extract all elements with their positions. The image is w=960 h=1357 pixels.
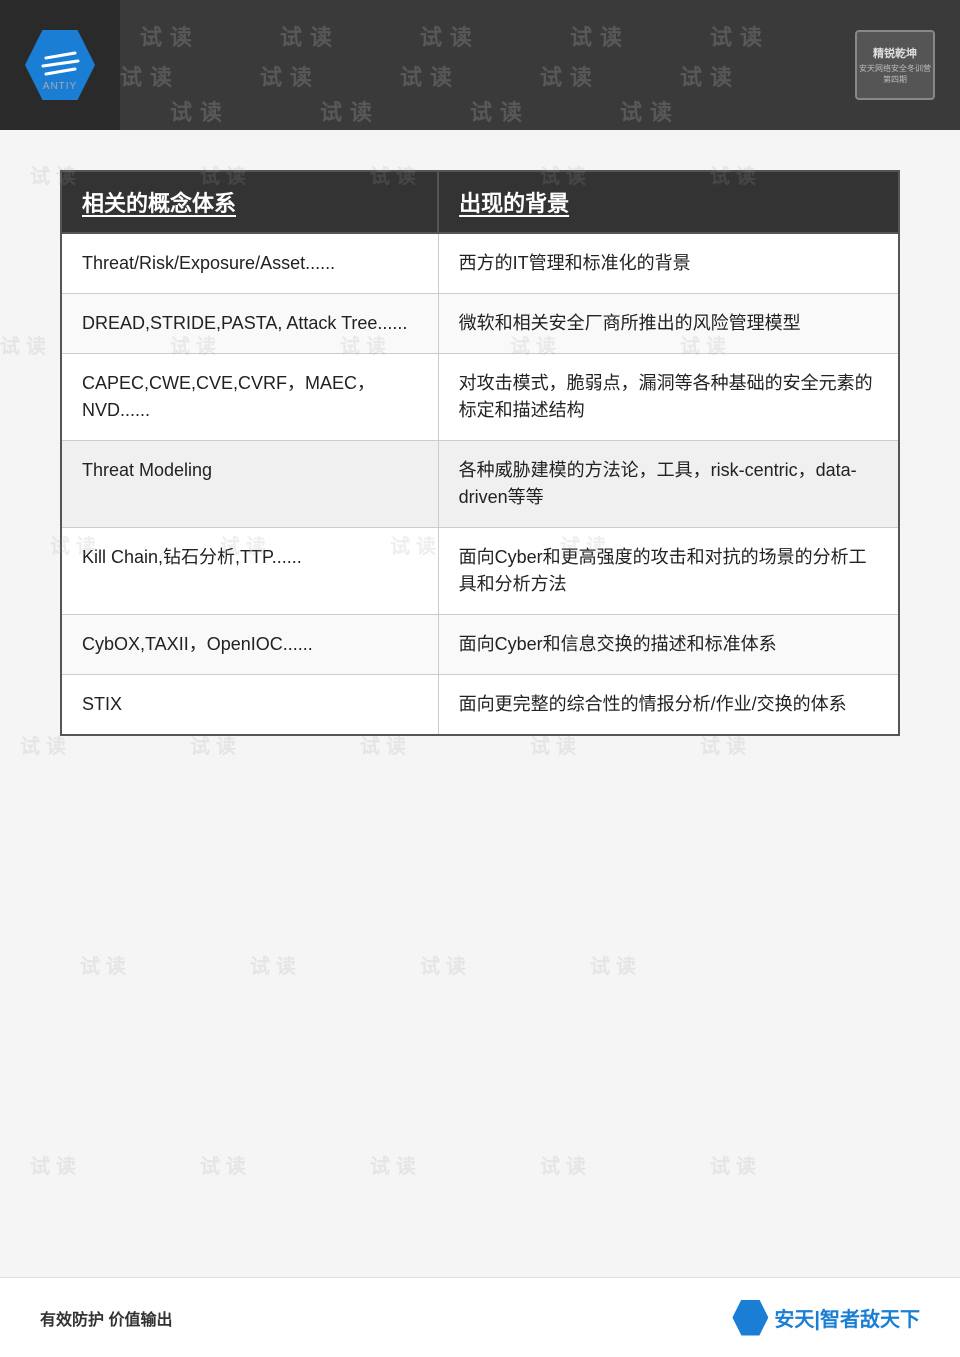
footer-slogan: 有效防护 价值输出 xyxy=(40,1306,172,1330)
table-cell-right-1: 微软和相关安全厂商所推出的风险管理模型 xyxy=(438,294,899,354)
logo-text: ANTIY xyxy=(43,81,77,92)
table-row: Threat/Risk/Exposure/Asset......西方的IT管理和… xyxy=(61,233,899,294)
table-row: CybOX,TAXII，OpenIOC......面向Cyber和信息交换的描述… xyxy=(61,615,899,675)
table-row: STIX面向更完整的综合性的情报分析/作业/交换的体系 xyxy=(61,675,899,736)
footer-logo: 安天|智者敌天下 xyxy=(732,1300,920,1336)
watermark-12: 试读 xyxy=(320,95,380,127)
watermark-2: 试读 xyxy=(280,20,340,52)
table-row: Kill Chain,钻石分析,TTP......面向Cyber和更高强度的攻击… xyxy=(61,528,899,615)
footer-brand: 安天|智者敌天下 xyxy=(774,1303,920,1332)
watermark-14: 试读 xyxy=(620,95,680,127)
watermark-5: 试读 xyxy=(710,20,770,52)
table-row: CAPEC,CWE,CVE,CVRF，MAEC，NVD......对攻击模式，脆… xyxy=(61,354,899,441)
watermark-6: 试读 xyxy=(120,60,180,92)
watermark-10: 试读 xyxy=(680,60,740,92)
table-header-row: 相关的概念体系 出现的背景 xyxy=(61,171,899,233)
watermark-4: 试读 xyxy=(570,20,630,52)
watermark-3: 试读 xyxy=(420,20,480,52)
watermark-13: 试读 xyxy=(470,95,530,127)
header-right-logo: 精锐乾坤 安天网络安全冬训营第四期 xyxy=(830,0,960,130)
main-table: 相关的概念体系 出现的背景 Threat/Risk/Exposure/Asset… xyxy=(60,170,900,736)
table-cell-left-2: CAPEC,CWE,CVE,CVRF，MAEC，NVD...... xyxy=(61,354,438,441)
table-cell-right-3: 各种威胁建模的方法论，工具，risk-centric，data-driven等等 xyxy=(438,441,899,528)
table-cell-left-3: Threat Modeling xyxy=(61,441,438,528)
watermark-9: 试读 xyxy=(540,60,600,92)
table-cell-left-5: CybOX,TAXII，OpenIOC...... xyxy=(61,615,438,675)
table-row: Threat Modeling各种威胁建模的方法论，工具，risk-centri… xyxy=(61,441,899,528)
table-cell-left-1: DREAD,STRIDE,PASTA, Attack Tree...... xyxy=(61,294,438,354)
footer-right: 安天|智者敌天下 xyxy=(732,1300,920,1336)
col2-header: 出现的背景 xyxy=(438,171,899,233)
watermark-1: 试读 xyxy=(140,20,200,52)
table-cell-right-4: 面向Cyber和更高强度的攻击和对抗的场景的分析工具和分析方法 xyxy=(438,528,899,615)
main-content: 相关的概念体系 出现的背景 Threat/Risk/Exposure/Asset… xyxy=(0,130,960,1277)
watermark-8: 试读 xyxy=(400,60,460,92)
table-cell-right-6: 面向更完整的综合性的情报分析/作业/交换的体系 xyxy=(438,675,899,736)
right-logo-title: 精锐乾坤 xyxy=(857,45,933,61)
right-logo-sub: 安天网络安全冬训营第四期 xyxy=(857,63,933,85)
table-row: DREAD,STRIDE,PASTA, Attack Tree......微软和… xyxy=(61,294,899,354)
table-cell-right-2: 对攻击模式，脆弱点，漏洞等各种基础的安全元素的标定和描述结构 xyxy=(438,354,899,441)
table-cell-right-0: 西方的IT管理和标准化的背景 xyxy=(438,233,899,294)
footer: 有效防护 价值输出 安天|智者敌天下 xyxy=(0,1277,960,1357)
footer-hex-icon xyxy=(732,1300,768,1336)
header-watermark-area: 试读 试读 试读 试读 试读 试读 试读 试读 试读 试读 试读 试读 试读 试… xyxy=(120,0,830,130)
logo-area: ANTIY xyxy=(0,0,120,130)
table-cell-left-0: Threat/Risk/Exposure/Asset...... xyxy=(61,233,438,294)
col1-header: 相关的概念体系 xyxy=(61,171,438,233)
table-cell-left-4: Kill Chain,钻石分析,TTP...... xyxy=(61,528,438,615)
table-cell-left-6: STIX xyxy=(61,675,438,736)
header: ANTIY 试读 试读 试读 试读 试读 试读 试读 试读 试读 试读 试读 试… xyxy=(0,0,960,130)
watermark-7: 试读 xyxy=(260,60,320,92)
watermark-11: 试读 xyxy=(170,95,230,127)
table-cell-right-5: 面向Cyber和信息交换的描述和标准体系 xyxy=(438,615,899,675)
